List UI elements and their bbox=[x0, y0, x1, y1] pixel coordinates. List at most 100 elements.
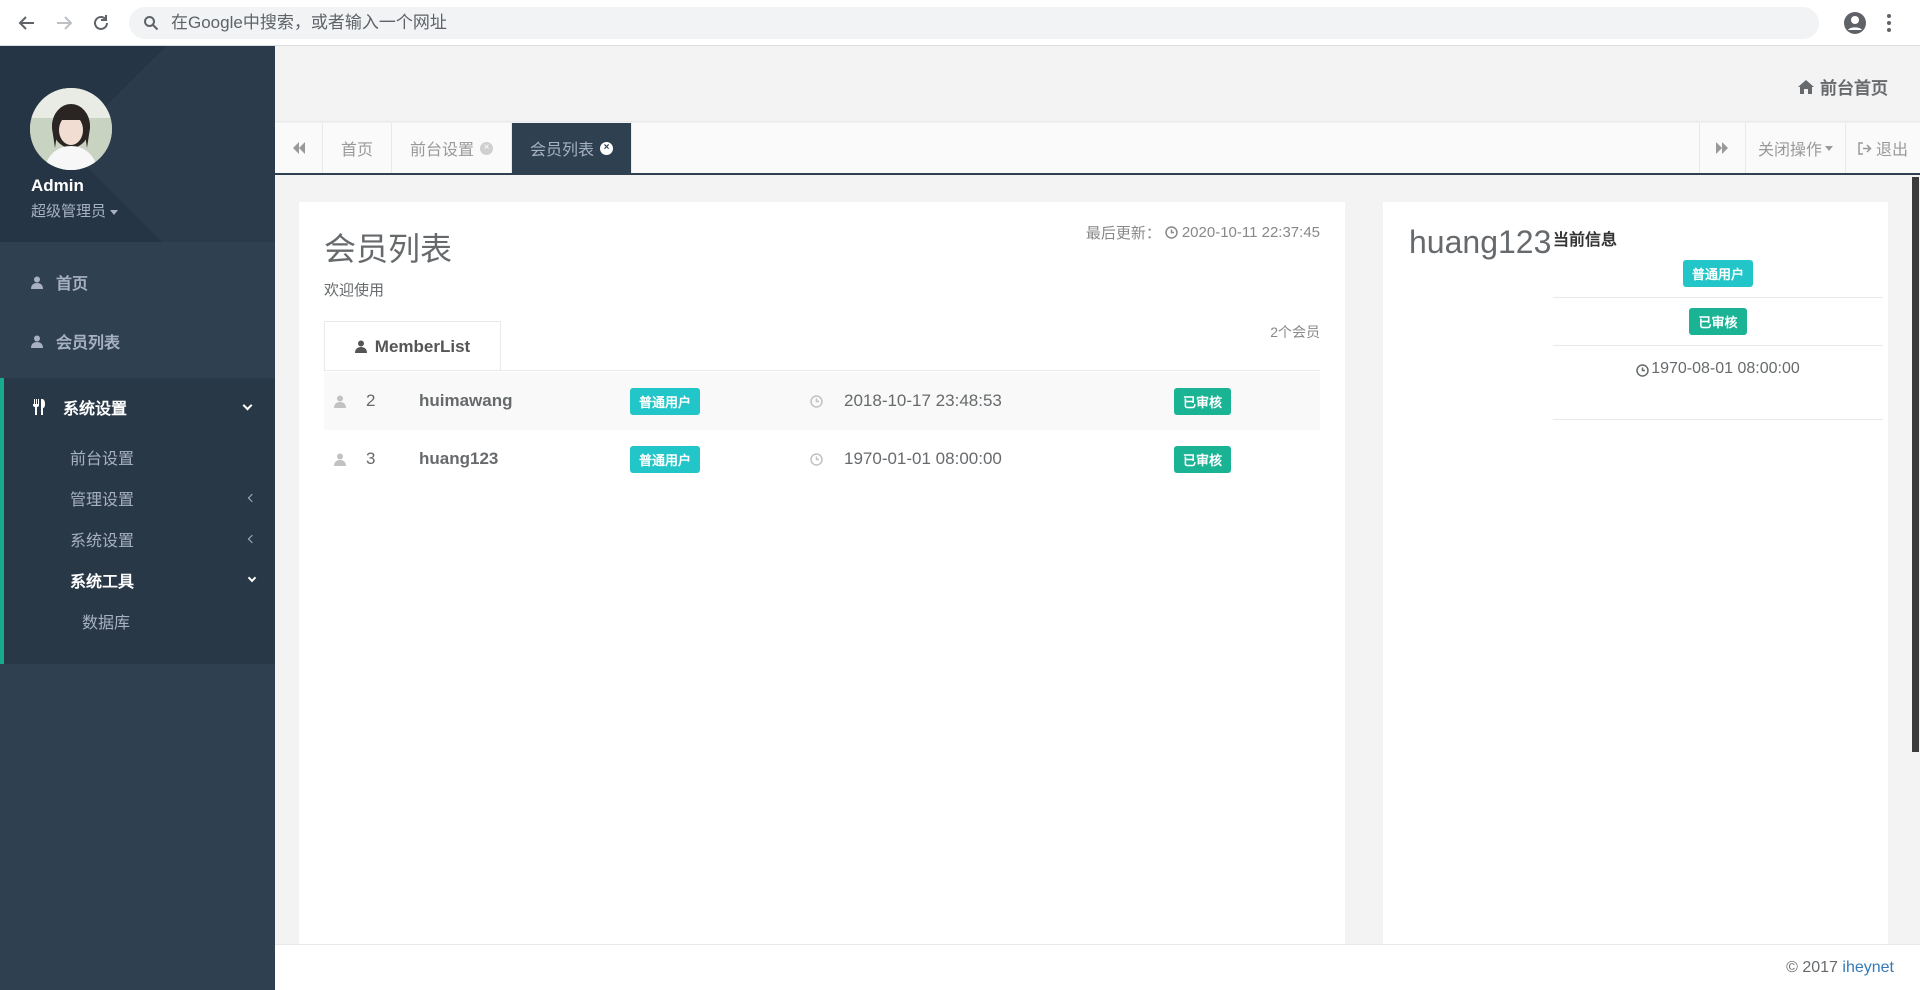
home-icon bbox=[1798, 79, 1814, 94]
logout-button[interactable]: 退出 bbox=[1844, 123, 1920, 173]
sidebar-subitem-label: 系统设置 bbox=[70, 532, 135, 550]
sidebar-item-label: 系统设置 bbox=[63, 401, 128, 418]
member-date: 1970-01-01 08:00:00 bbox=[844, 449, 1002, 468]
detail-member-name: huang123 bbox=[1409, 224, 1552, 260]
sidebar-item-members[interactable]: 会员列表 bbox=[0, 312, 275, 370]
search-icon bbox=[143, 14, 161, 32]
back-button[interactable] bbox=[12, 8, 42, 38]
member-list-panel: 会员列表 欢迎使用 最后更新： 2020-10-11 22:37:45 2个会员… bbox=[299, 202, 1345, 952]
user-icon bbox=[334, 453, 346, 466]
footer: © 2017 iheynet bbox=[275, 944, 1920, 990]
tab-label: 首页 bbox=[341, 142, 374, 159]
arrow-right-icon bbox=[57, 15, 73, 30]
user-icon bbox=[354, 340, 367, 353]
page-tabs-bar: 首页 前台设置 × 会员列表 × 关闭操作 退出 bbox=[275, 123, 1920, 175]
sidebar-subitem-label: 数据库 bbox=[82, 614, 131, 632]
user-role-dropdown[interactable]: 超级管理员 bbox=[31, 200, 119, 221]
detail-status-row: 已审核 bbox=[1553, 298, 1883, 346]
arrow-left-icon bbox=[18, 15, 34, 30]
tab-member-list[interactable]: 会员列表 × bbox=[512, 123, 633, 173]
sidebar-subitem-admin-settings[interactable]: 管理设置 bbox=[4, 477, 275, 518]
address-input[interactable] bbox=[171, 12, 1771, 33]
member-id: 3 bbox=[366, 449, 376, 468]
scrollbar-thumb[interactable] bbox=[1912, 177, 1919, 752]
front-home-link[interactable]: 前台首页 bbox=[1798, 74, 1888, 99]
close-icon[interactable]: × bbox=[600, 141, 614, 155]
tabs-actions: 关闭操作 退出 bbox=[1698, 123, 1920, 173]
reload-icon bbox=[94, 14, 108, 30]
sidebar-subitem-front-settings[interactable]: 前台设置 bbox=[4, 436, 275, 477]
account-button[interactable] bbox=[1841, 9, 1869, 37]
sidebar-subitem-system-settings[interactable]: 系统设置 bbox=[4, 518, 275, 559]
sidebar-subitem-label: 管理设置 bbox=[70, 491, 135, 509]
last-update: 最后更新： 2020-10-11 22:37:45 bbox=[1086, 222, 1320, 243]
member-type-badge: 普通用户 bbox=[630, 445, 701, 473]
caret-down-icon bbox=[1824, 145, 1833, 151]
sidebar-subitem-database[interactable]: 数据库 bbox=[4, 600, 275, 641]
sign-out-icon bbox=[1858, 141, 1872, 155]
sidebar-group-system: 系统设置 前台设置 管理设置 系统设置 系统工具 数据库 bbox=[0, 378, 275, 664]
clock-icon bbox=[810, 452, 823, 466]
close-icon[interactable]: × bbox=[480, 141, 494, 155]
page-subtitle: 欢迎使用 bbox=[324, 282, 385, 299]
clock-icon bbox=[810, 394, 823, 408]
user-icon bbox=[334, 395, 346, 408]
clock-icon bbox=[1636, 364, 1649, 377]
tab-front-settings[interactable]: 前台设置 × bbox=[392, 123, 513, 173]
sidebar-item-label: 会员列表 bbox=[56, 335, 121, 352]
chevron-left-icon bbox=[247, 534, 257, 543]
table-row[interactable]: 3 huang123 普通用户 1970-01-01 08:00:00 已审核 bbox=[324, 430, 1320, 488]
sidebar-item-home[interactable]: 首页 bbox=[0, 253, 275, 311]
detail-type-row: 普通用户 bbox=[1553, 250, 1883, 298]
sidebar-subitem-label: 系统工具 bbox=[70, 573, 135, 591]
member-type-badge: 普通用户 bbox=[1682, 260, 1753, 287]
detail-title: 当前信息 bbox=[1553, 232, 1618, 249]
last-update-label: 最后更新： bbox=[1085, 225, 1161, 242]
user-icon bbox=[31, 276, 45, 289]
tab-label: 前台设置 bbox=[410, 142, 475, 159]
main-page: 前台首页 首页 前台设置 × 会员列表 × 关闭操作 退出 会员列表 欢迎使用 … bbox=[275, 46, 1920, 990]
tab-label: 会员列表 bbox=[530, 142, 595, 159]
status-badge: 已审核 bbox=[1689, 308, 1747, 335]
status-badge: 已审核 bbox=[1174, 445, 1232, 473]
reload-button[interactable] bbox=[86, 8, 116, 38]
close-operations-label: 关闭操作 bbox=[1757, 142, 1822, 159]
logout-label: 退出 bbox=[1875, 142, 1908, 159]
sidebar-subitem-label: 前台设置 bbox=[70, 450, 135, 468]
member-name[interactable]: huang123 bbox=[419, 449, 498, 469]
brand-link[interactable]: iheynet bbox=[1842, 959, 1894, 976]
front-home-label: 前台首页 bbox=[1820, 79, 1888, 98]
tab-home[interactable]: 首页 bbox=[323, 123, 393, 173]
tab-label: MemberList bbox=[374, 336, 471, 356]
account-icon bbox=[1844, 11, 1866, 34]
status-badge: 已审核 bbox=[1174, 387, 1232, 415]
sidebar-subitem-system-tools[interactable]: 系统工具 bbox=[4, 559, 275, 600]
user-icon bbox=[31, 335, 45, 348]
tab-member-list-inner[interactable]: MemberList bbox=[324, 321, 501, 371]
sidebar: Admin 超级管理员 首页 会员列表 系统设置 前台设置 管理设置 系统设置 … bbox=[0, 46, 275, 990]
forward-button[interactable] bbox=[49, 8, 79, 38]
last-update-time: 2020-10-11 22:37:45 bbox=[1181, 224, 1320, 241]
cutlery-icon bbox=[31, 399, 49, 415]
user-role: 超级管理员 bbox=[31, 203, 107, 220]
detail-date: 1970-08-01 08:00:00 bbox=[1651, 360, 1800, 377]
browser-menu-button[interactable] bbox=[1879, 9, 1899, 37]
address-bar[interactable] bbox=[129, 6, 1819, 39]
avatar[interactable] bbox=[30, 88, 112, 170]
member-name[interactable]: huimawang bbox=[419, 391, 513, 411]
chevron-down-icon bbox=[242, 400, 253, 410]
sidebar-item-system-settings[interactable]: 系统设置 bbox=[4, 378, 275, 436]
top-navbar: 前台首页 bbox=[275, 46, 1920, 122]
tabs-scroll-left-button[interactable] bbox=[275, 123, 323, 173]
profile-panel: Admin 超级管理员 bbox=[0, 46, 275, 242]
member-detail-panel: huang123 当前信息 普通用户 已审核 1970-08-01 08:00:… bbox=[1383, 202, 1888, 952]
member-count: 2个会员 bbox=[1270, 324, 1320, 340]
clock-icon bbox=[1165, 226, 1178, 239]
detail-date-row: 1970-08-01 08:00:00 bbox=[1553, 346, 1883, 420]
tabs-scroll-right-button[interactable] bbox=[1698, 123, 1745, 173]
user-name[interactable]: Admin bbox=[31, 176, 84, 196]
close-operations-dropdown[interactable]: 关闭操作 bbox=[1744, 123, 1845, 173]
copyright-text: © 2017 bbox=[1786, 959, 1843, 976]
table-row[interactable]: 2 huimawang 普通用户 2018-10-17 23:48:53 已审核 bbox=[324, 372, 1320, 430]
sidebar-item-label: 首页 bbox=[56, 276, 89, 293]
